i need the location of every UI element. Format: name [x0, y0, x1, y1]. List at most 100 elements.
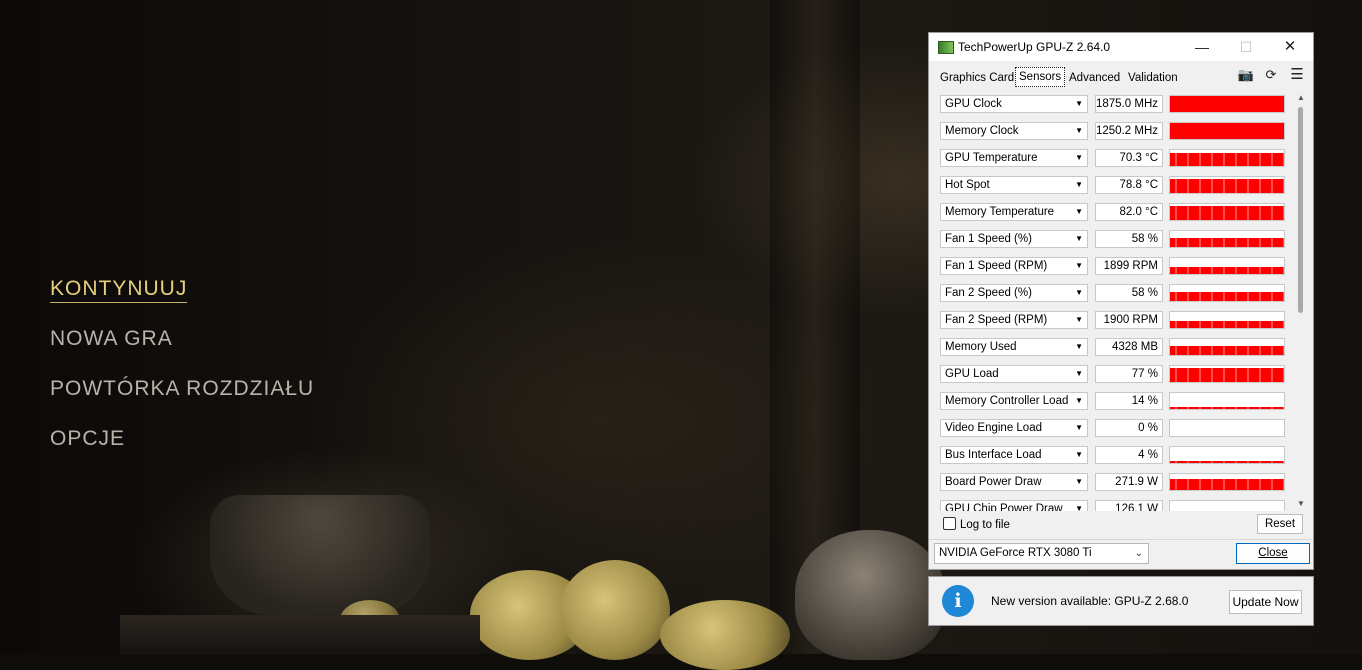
menu-item-opcje[interactable]: OPCJE — [50, 422, 314, 472]
dropdown-arrow-icon[interactable]: ▼ — [1075, 366, 1083, 382]
close-window-button[interactable]: ✕ — [1268, 33, 1312, 61]
sensor-graph — [1169, 392, 1285, 410]
tab-graphics-card[interactable]: Graphics Card — [937, 69, 1017, 87]
sensor-value: 78.8 °C — [1095, 176, 1163, 194]
refresh-icon[interactable]: ⟳ — [1262, 67, 1280, 83]
sensor-value: 4 % — [1095, 446, 1163, 464]
sensor-value: 1899 RPM — [1095, 257, 1163, 275]
sensor-graph-fill — [1170, 206, 1284, 220]
sensor-value: 0 % — [1095, 419, 1163, 437]
sensor-name: GPU Temperature — [945, 152, 1038, 164]
dropdown-arrow-icon[interactable]: ▼ — [1075, 447, 1083, 463]
sensor-row: Fan 1 Speed (RPM) ▼ 1899 RPM — [937, 255, 1297, 277]
sensor-graph-fill — [1170, 123, 1284, 139]
dropdown-arrow-icon[interactable]: ▼ — [1075, 285, 1083, 301]
sensor-graph — [1169, 446, 1285, 464]
sensor-name-dropdown[interactable]: GPU Clock ▼ — [940, 95, 1088, 113]
tab-validation[interactable]: Validation — [1125, 69, 1181, 87]
menu-icon[interactable]: ☰ — [1288, 67, 1306, 83]
update-notification: i New version available: GPU-Z 2.68.0 Up… — [928, 576, 1314, 626]
title-bar[interactable]: TechPowerUp GPU-Z 2.64.0 — ☐ ✕ — [929, 33, 1313, 61]
dropdown-arrow-icon[interactable]: ▼ — [1075, 150, 1083, 166]
reset-button[interactable]: Reset — [1257, 514, 1303, 534]
background-skull — [795, 530, 945, 660]
dropdown-arrow-icon[interactable]: ▼ — [1075, 231, 1083, 247]
sensor-name-dropdown[interactable]: Fan 1 Speed (RPM) ▼ — [940, 257, 1088, 275]
sensor-name-dropdown[interactable]: Memory Temperature ▼ — [940, 203, 1088, 221]
sensor-row: Video Engine Load ▼ 0 % — [937, 417, 1297, 439]
sensor-row: Fan 2 Speed (RPM) ▼ 1900 RPM — [937, 309, 1297, 331]
sensor-name-dropdown[interactable]: Bus Interface Load ▼ — [940, 446, 1088, 464]
sensor-name-dropdown[interactable]: Memory Clock ▼ — [940, 122, 1088, 140]
menu-item-kontynuuj[interactable]: KONTYNUUJ — [50, 272, 314, 322]
sensor-row: Fan 2 Speed (%) ▼ 58 % — [937, 282, 1297, 304]
background-flower — [660, 600, 790, 670]
sensor-graph-fill — [1170, 96, 1284, 112]
dropdown-arrow-icon[interactable]: ▼ — [1075, 312, 1083, 328]
scroll-down-icon[interactable]: ▼ — [1295, 499, 1307, 509]
tab-advanced[interactable]: Advanced — [1066, 69, 1123, 87]
dropdown-arrow-icon[interactable]: ▼ — [1075, 393, 1083, 409]
scroll-up-icon[interactable]: ▲ — [1295, 93, 1307, 103]
sensor-name-dropdown[interactable]: GPU Chip Power Draw ▼ — [940, 500, 1088, 511]
sensor-value: 58 % — [1095, 284, 1163, 302]
sensor-name: Video Engine Load — [945, 422, 1042, 434]
background-book — [120, 615, 480, 655]
sensor-graph — [1169, 122, 1285, 140]
dropdown-arrow-icon[interactable]: ▼ — [1075, 123, 1083, 139]
sensor-graph — [1169, 473, 1285, 491]
sensor-name: Memory Used — [945, 341, 1017, 353]
sensor-name-dropdown[interactable]: Fan 2 Speed (%) ▼ — [940, 284, 1088, 302]
sensor-row: Memory Controller Load ▼ 14 % — [937, 390, 1297, 412]
sensor-name: Fan 2 Speed (%) — [945, 287, 1032, 299]
camera-icon[interactable]: 📷 — [1237, 67, 1255, 83]
sensor-name-dropdown[interactable]: Fan 2 Speed (RPM) ▼ — [940, 311, 1088, 329]
log-to-file-checkbox[interactable]: Log to file — [943, 517, 1010, 533]
sensor-name-dropdown[interactable]: Video Engine Load ▼ — [940, 419, 1088, 437]
sensor-list: GPU Clock ▼ 1875.0 MHz Memory Clock ▼ 1250.2 … — [937, 93, 1297, 511]
window-title: TechPowerUp GPU-Z 2.64.0 — [958, 40, 1111, 54]
sensor-value: 1875.0 MHz — [1095, 95, 1163, 113]
sensor-name-dropdown[interactable]: GPU Temperature ▼ — [940, 149, 1088, 167]
dropdown-arrow-icon[interactable]: ▼ — [1075, 420, 1083, 436]
tab-sensors[interactable]: Sensors — [1015, 67, 1066, 87]
sensor-value: 82.0 °C — [1095, 203, 1163, 221]
menu-item-label: KONTYNUUJ — [50, 277, 188, 303]
dropdown-arrow-icon[interactable]: ▼ — [1075, 177, 1083, 193]
sensor-name-dropdown[interactable]: Fan 1 Speed (%) ▼ — [940, 230, 1088, 248]
dropdown-arrow-icon[interactable]: ▼ — [1075, 501, 1083, 511]
sensor-row: Fan 1 Speed (%) ▼ 58 % — [937, 228, 1297, 250]
sensor-name-dropdown[interactable]: Board Power Draw ▼ — [940, 473, 1088, 491]
sensor-name-dropdown[interactable]: Hot Spot ▼ — [940, 176, 1088, 194]
sensor-graph-fill — [1170, 407, 1284, 409]
checkbox-box[interactable] — [943, 517, 956, 530]
dropdown-arrow-icon[interactable]: ▼ — [1075, 339, 1083, 355]
sensor-value: 14 % — [1095, 392, 1163, 410]
sensor-graph — [1169, 230, 1285, 248]
sensor-name: GPU Clock — [945, 98, 1002, 110]
sensor-name-dropdown[interactable]: Memory Used ▼ — [940, 338, 1088, 356]
maximize-button[interactable]: ☐ — [1224, 33, 1268, 61]
sensor-graph-fill — [1170, 479, 1284, 490]
sensor-row: GPU Load ▼ 77 % — [937, 363, 1297, 385]
gpu-select-dropdown[interactable]: NVIDIA GeForce RTX 3080 Ti ⌄ — [934, 543, 1149, 564]
sensor-name: Bus Interface Load — [945, 449, 1042, 461]
sensor-graph — [1169, 203, 1285, 221]
sensor-name-dropdown[interactable]: Memory Controller Load ▼ — [940, 392, 1088, 410]
minimize-button[interactable]: — — [1180, 33, 1224, 61]
close-button[interactable]: Close — [1236, 543, 1310, 564]
sensor-name-dropdown[interactable]: GPU Load ▼ — [940, 365, 1088, 383]
scroll-thumb[interactable] — [1298, 107, 1303, 313]
sensor-scrollbar[interactable]: ▲ ▼ — [1295, 93, 1307, 509]
dropdown-arrow-icon[interactable]: ▼ — [1075, 204, 1083, 220]
update-now-button[interactable]: Update Now — [1229, 590, 1302, 614]
sensor-graph — [1169, 257, 1285, 275]
dropdown-arrow-icon[interactable]: ▼ — [1075, 474, 1083, 490]
menu-item-nowa-gra[interactable]: NOWA GRA — [50, 322, 314, 372]
dropdown-arrow-icon[interactable]: ▼ — [1075, 96, 1083, 112]
background-flower — [560, 560, 670, 660]
menu-item-powt-rka-rozdzia-u[interactable]: POWTÓRKA ROZDZIAŁU — [50, 372, 314, 422]
sensor-graph-fill — [1170, 153, 1284, 166]
dropdown-arrow-icon[interactable]: ▼ — [1075, 258, 1083, 274]
game-main-menu: KONTYNUUJ NOWA GRA POWTÓRKA ROZDZIAŁU OPCJE — [50, 272, 314, 472]
